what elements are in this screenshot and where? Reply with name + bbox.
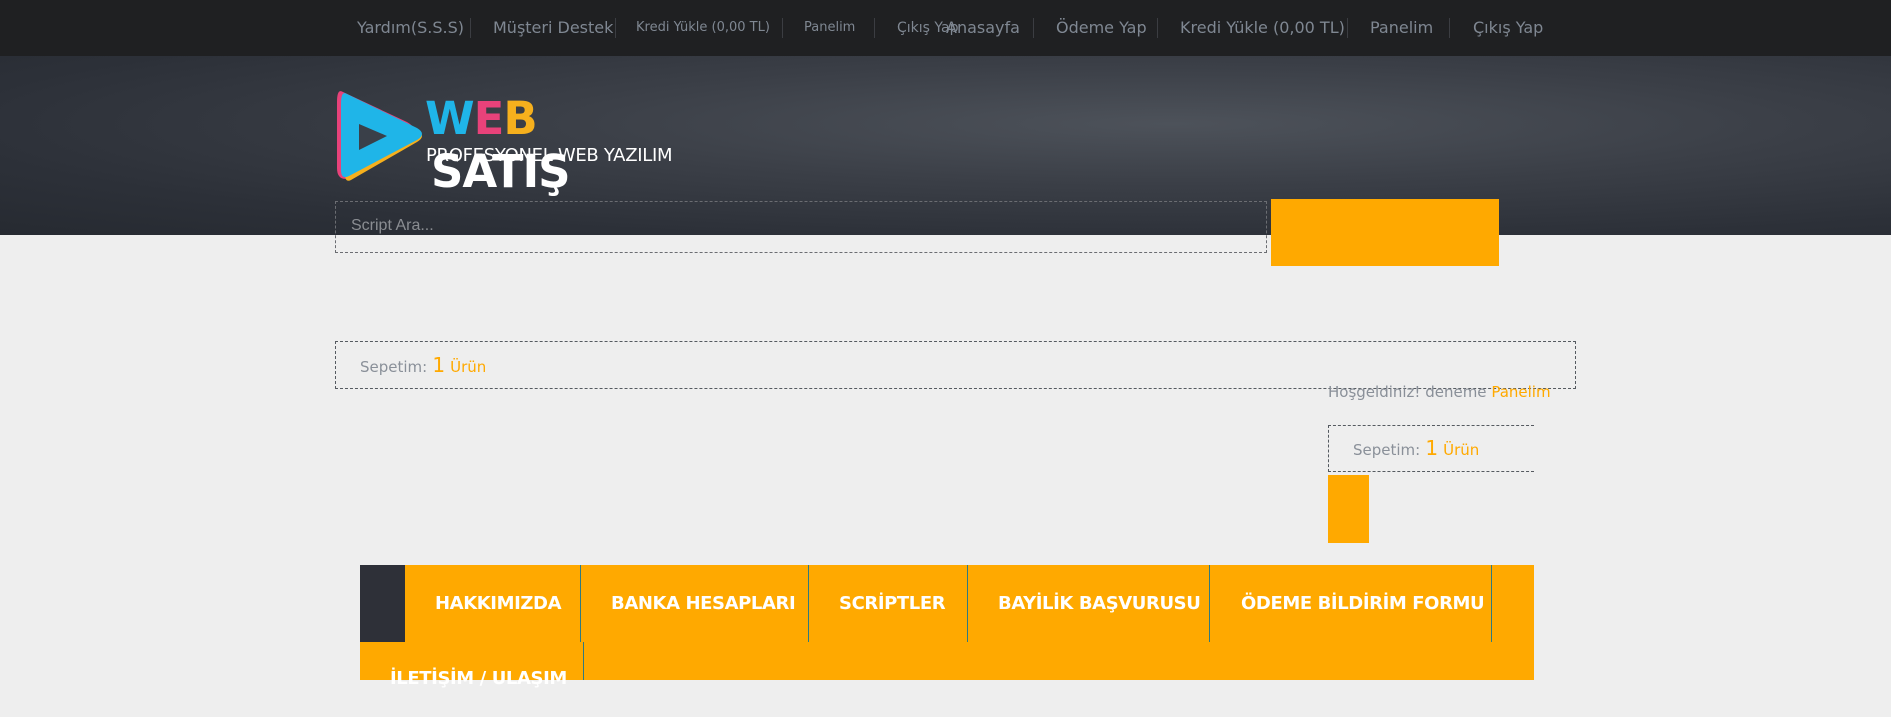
nav-divider [1491,565,1492,642]
topbar-link-load-credit[interactable]: Kredi Yükle (0,00 TL) [636,0,770,56]
topbar-link-logout-2[interactable]: Çıkış Yap [1473,0,1543,56]
nav-home-block[interactable] [360,565,405,642]
topbar-link-panel[interactable]: Panelim [804,0,855,56]
panel-link[interactable]: Panelim [1491,383,1550,401]
search-input[interactable] [336,202,1266,250]
topbar-divider [874,18,875,38]
nav-item-scripts[interactable]: SCRİPTLER [839,565,946,642]
topbar-link-payment[interactable]: Ödeme Yap [1056,0,1147,56]
topbar-link-help[interactable]: Yardım(S.S.S) [357,0,464,56]
topbar-divider [1449,18,1450,38]
nav-divider [583,642,584,680]
cart-count: 1 [1425,436,1439,460]
top-bar: Yardım(S.S.S) Müşteri Destek Kredi Yükle… [0,0,1891,56]
topbar-divider [1033,18,1034,38]
topbar-link-panel-2[interactable]: Panelim [1370,0,1433,56]
logo-tagline: PROFESYONEL WEB YAZILIM [426,145,673,166]
nav-item-payment-notification[interactable]: ÖDEME BİLDİRİM FORMU [1241,565,1485,642]
logo-letter-e: E [473,92,505,145]
search-box [335,201,1267,253]
cart-label: Sepetim: [360,358,428,376]
nav-divider [967,565,968,642]
topbar-divider [470,18,471,38]
welcome-label: Hoşgeldiniz! deneme [1328,383,1487,401]
cart-label: Sepetim: [1353,441,1421,459]
cart-summary-main[interactable]: Sepetim: 1 Ürün [335,341,1576,389]
nav-divider [580,565,581,642]
site-logo[interactable]: WEB SATIŞ PROFESYONEL WEB YAZILIM [333,84,683,198]
topbar-link-support[interactable]: Müşteri Destek [493,0,613,56]
nav-item-contact[interactable]: İLETİŞİM / ULAŞIM [390,640,567,717]
cart-count: 1 [432,353,446,377]
welcome-text: Hoşgeldiniz! deneme Panelim [1328,383,1551,401]
nav-item-about[interactable]: HAKKIMIZDA [435,565,562,642]
play-logo-icon [337,91,422,181]
logo-letter-w: W [425,92,475,145]
topbar-link-home[interactable]: Anasayfa [946,0,1020,56]
logo-letter-b: B [503,92,537,145]
nav-divider [1209,565,1210,642]
nav-item-bank-accounts[interactable]: BANKA HESAPLARI [611,565,796,642]
cart-unit: Ürün [1443,441,1480,459]
nav-divider [808,565,809,642]
topbar-divider [1347,18,1348,38]
cart-unit: Ürün [450,358,487,376]
cart-summary-side[interactable]: Sepetim: 1 Ürün [1328,425,1534,472]
topbar-divider [782,18,783,38]
search-button[interactable] [1271,199,1499,266]
user-menu-button[interactable] [1328,475,1369,543]
topbar-divider [615,18,616,38]
topbar-divider [1157,18,1158,38]
topbar-link-load-credit-2[interactable]: Kredi Yükle (0,00 TL) [1180,0,1345,56]
nav-item-dealer-application[interactable]: BAYİLİK BAŞVURUSU [998,565,1201,642]
